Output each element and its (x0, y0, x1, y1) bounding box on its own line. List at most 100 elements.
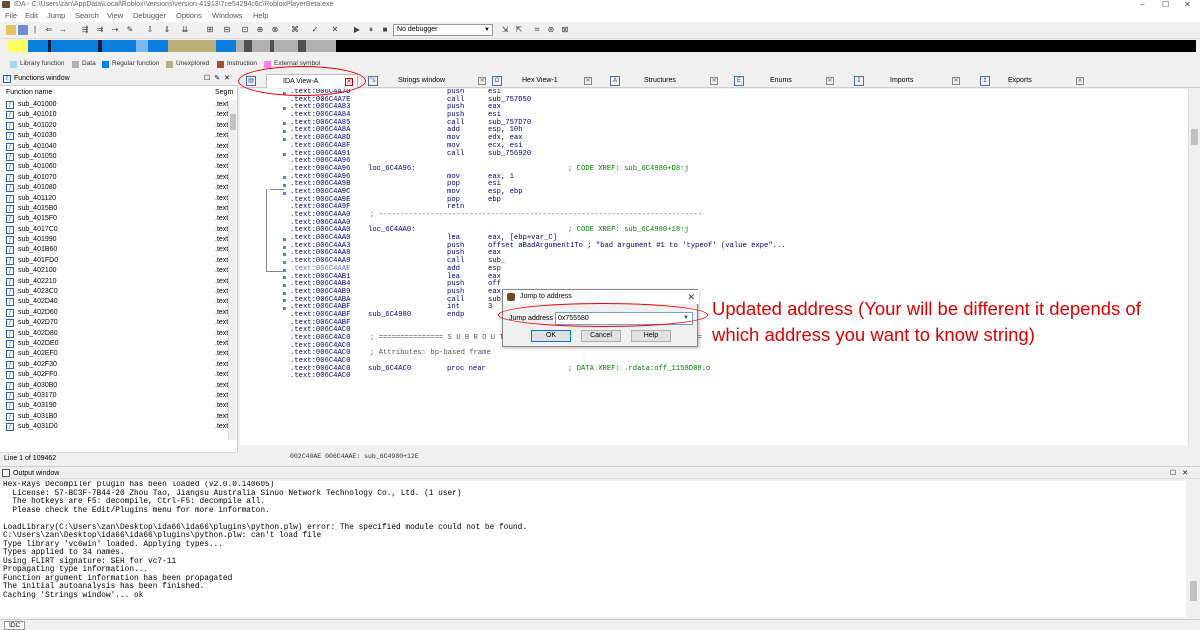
help-button[interactable]: Help (631, 330, 671, 342)
toolbar-icon-l[interactable]: ⊗ (270, 25, 280, 35)
function-row[interactable]: f sub_402F30 .text (0, 360, 228, 370)
scroll-thumb[interactable] (1191, 129, 1198, 145)
breakpoint-dot[interactable] (283, 153, 286, 157)
function-row[interactable]: f sub_4017C0 .text (0, 225, 228, 235)
disasm-line[interactable]: .text:006C4A8F mov ecx, esi (290, 142, 1180, 151)
disasm-line[interactable]: .text:006C4AC0 sub_6C4AC0 proc near; DATA … (290, 365, 1180, 374)
function-row[interactable]: f sub_401B60 .text (0, 245, 228, 255)
disasm-line[interactable]: .text:006C4A84 push esi (290, 111, 1180, 120)
disasm-line[interactable]: .text:006C4AB1 lea eax (290, 273, 1180, 282)
scroll-thumb[interactable] (230, 114, 236, 130)
stop-icon[interactable]: ■ (380, 25, 390, 35)
function-row[interactable]: f sub_401030 .text (0, 131, 228, 141)
disasm-line[interactable]: .text:006C4AC0 (290, 357, 1180, 366)
ok-button[interactable]: OK (531, 330, 571, 342)
function-row[interactable]: f sub_402D80 .text (0, 329, 228, 339)
disasm-line[interactable]: .text:006C4AA0 loc_6C4AA0:; CODE XREF: su… (290, 227, 1180, 235)
close-tab-icon[interactable]: ✕ (710, 77, 718, 85)
pause-icon[interactable]: ⏸ (366, 25, 376, 35)
toolbar-icon-o[interactable]: ✕ (330, 25, 340, 35)
close-tab-icon[interactable]: ✕ (826, 77, 834, 85)
breakpoint-dot[interactable] (283, 284, 286, 287)
disasm-line[interactable]: .text:006C4A7E call sub_757D50 (290, 96, 1180, 105)
disasm-operand[interactable]: offset aBadArgument1To ; "bad argument #… (488, 242, 786, 251)
function-row[interactable]: f sub_401070 .text (0, 173, 228, 183)
breakpoint-dot[interactable] (283, 268, 286, 272)
function-row[interactable]: f sub_401120 .text (0, 194, 228, 204)
tab-enums[interactable]: E Enums ✕ (734, 74, 838, 88)
disasm-line[interactable]: .text:006C4AA8 push eax (290, 250, 1180, 258)
breakpoint-dot[interactable] (283, 307, 286, 311)
disasm-line[interactable]: .text:006C4AC0; Attributes: bp-based fra… (290, 350, 1180, 358)
disasm-line[interactable]: .text:006C4A8A add esp, 10h (290, 127, 1180, 135)
close-icon[interactable]: ✕ (687, 290, 695, 304)
open-folder-icon[interactable] (6, 25, 16, 35)
menu-file[interactable]: File (5, 9, 17, 22)
function-row[interactable]: f sub_401060 .text (0, 162, 228, 172)
cancel-button[interactable]: Cancel (581, 330, 621, 342)
disasm-line[interactable]: .text:006C4A83 push eax (290, 104, 1180, 112)
menu-help[interactable]: Help (253, 9, 268, 22)
disasm-line[interactable]: .text:006C4A85 call sub_757D70 (290, 119, 1180, 128)
disasm-line[interactable]: .text:006C4AC0 (290, 373, 1180, 381)
debug-option-icon-a[interactable]: ⇲ (500, 25, 510, 35)
close-tab-icon[interactable]: ✕ (952, 77, 960, 85)
toolbar-icon-b[interactable]: ⇉ (95, 25, 105, 35)
save-icon[interactable] (18, 25, 28, 35)
disasm-line[interactable]: .text:006C4AAE add esp (290, 265, 1180, 274)
breakpoint-dot[interactable] (283, 291, 286, 295)
breakpoint-dot[interactable] (283, 299, 286, 303)
tab-strings-window[interactable]: "s Strings window ✕ (368, 74, 488, 88)
output-log[interactable]: Hex-Rays Decompiler plugin has been load… (0, 481, 1186, 617)
float-window-icon[interactable]: ☐ (1170, 470, 1182, 477)
column-function-name[interactable]: Function name (6, 88, 52, 98)
function-row[interactable]: f sub_401990 .text (0, 235, 228, 245)
forward-arrow-icon[interactable]: → (58, 25, 68, 35)
debug-option-icon-b[interactable]: ⇱ (514, 25, 524, 35)
functions-scrollbar[interactable] (228, 100, 237, 440)
menu-debugger[interactable]: Debugger (133, 9, 166, 22)
function-row[interactable]: f sub_402D40 .text (0, 297, 228, 307)
disasm-operand[interactable]: sub_756920 (488, 150, 531, 159)
debug-option-icon-c[interactable]: ⌗ (532, 25, 542, 35)
disasm-line[interactable]: .text:006C4AA9 call sub_ (290, 257, 1180, 266)
menu-view[interactable]: View (107, 9, 123, 22)
disasm-line[interactable]: .text:006C4A91 call sub_756920 (290, 150, 1180, 159)
function-row[interactable]: f sub_401000 .text (0, 100, 228, 110)
menu-options[interactable]: Options (176, 9, 202, 22)
toolbar-icon-a[interactable]: ⇶ (80, 25, 90, 35)
menu-search[interactable]: Search (75, 9, 99, 22)
function-row[interactable]: f sub_4015F0 .text (0, 214, 228, 224)
run-icon[interactable]: ▶ (352, 25, 362, 35)
menu-jump[interactable]: Jump (47, 9, 65, 22)
breakpoint-dot[interactable] (283, 137, 286, 141)
function-row[interactable]: f sub_402EF0 .text (0, 349, 228, 359)
toolbar-icon-f[interactable]: ⇓ (162, 25, 172, 35)
idc-button[interactable]: IDC (4, 621, 26, 630)
breakpoint-dot[interactable] (283, 130, 286, 133)
breakpoint-dot[interactable] (283, 253, 286, 257)
disasm-line[interactable]: .text:006C4A96 mov eax, 1 (290, 173, 1180, 182)
pin-icon[interactable]: ✎ (214, 75, 224, 82)
float-window-icon[interactable]: ☐ (204, 75, 214, 82)
breakpoint-dot[interactable] (283, 260, 286, 264)
disasm-line[interactable]: .text:006C4A8D mov edx, eax (290, 134, 1180, 143)
toolbar-icon-i[interactable]: ⊟ (222, 25, 232, 35)
function-row[interactable]: f sub_401020 .text (0, 121, 228, 131)
function-row[interactable]: f sub_402D60 .text (0, 308, 228, 318)
output-scrollbar[interactable] (1187, 481, 1200, 617)
breakpoint-dot[interactable] (283, 183, 286, 187)
toolbar-icon-m[interactable]: ⌘ (290, 25, 300, 35)
toolbar-icon-g[interactable]: ⇊ (180, 25, 190, 35)
column-segment[interactable]: Segm (215, 88, 233, 98)
function-row[interactable]: f sub_403170 .text (0, 391, 228, 401)
disasm-line[interactable]: .text:006C4AB4 push off (290, 280, 1180, 289)
function-row[interactable]: f sub_401010 .text (0, 110, 228, 120)
breakpoint-dot[interactable] (283, 176, 286, 180)
function-row[interactable]: f sub_402FF0 .text (0, 370, 228, 380)
disasm-operand[interactable]: 3 (488, 304, 492, 312)
disasm-label[interactable]: loc_6C4A96: (368, 165, 415, 174)
debugger-select[interactable]: No debugger ▼ (393, 24, 493, 36)
function-row[interactable]: f sub_402D70 .text (0, 318, 228, 328)
function-row[interactable]: f sub_401050 .text (0, 152, 228, 162)
